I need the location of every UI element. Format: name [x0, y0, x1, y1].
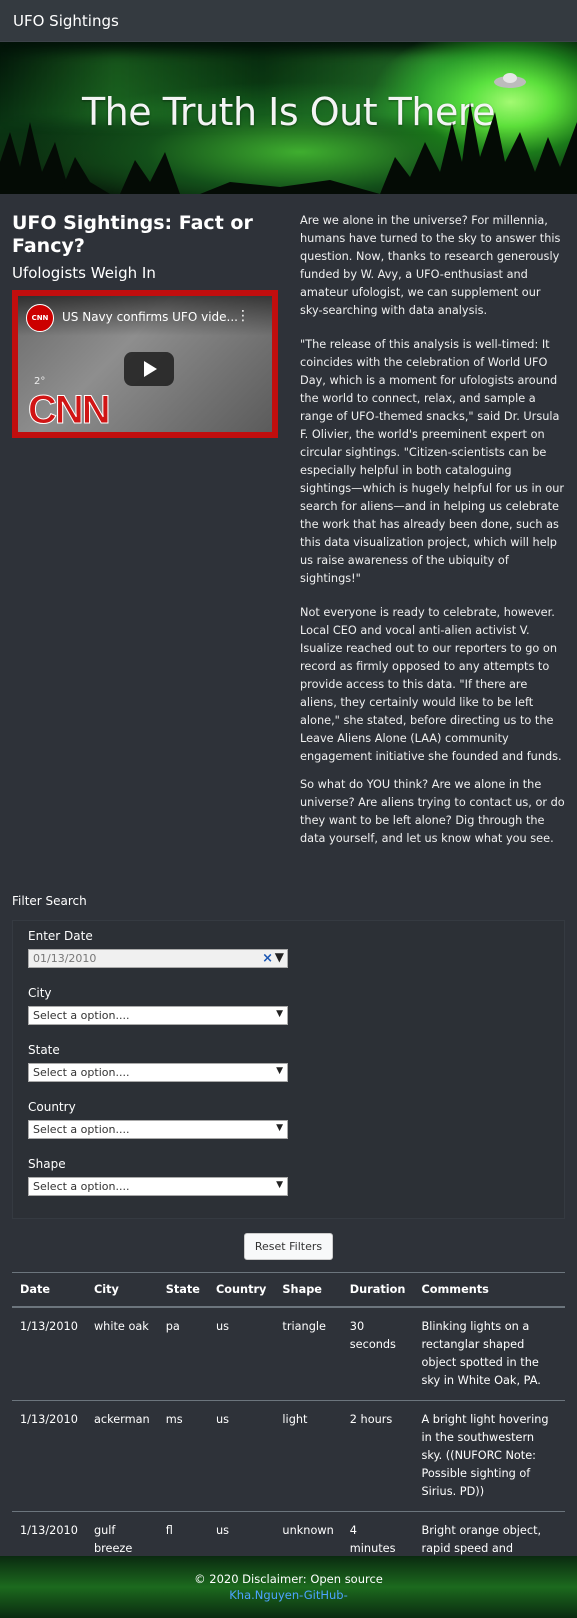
treeline-silhouette — [0, 73, 577, 194]
article-subheading: Ufologists Weigh In — [12, 264, 156, 282]
chevron-down-icon: ▼ — [276, 1123, 283, 1133]
city-select-value: Select a option.... — [33, 1009, 130, 1022]
filter-state-label: State — [28, 1043, 60, 1057]
filter-city-label: City — [28, 986, 52, 1000]
column-header[interactable]: State — [157, 1272, 208, 1308]
intro-paragraph: "The release of this analysis is well-ti… — [300, 338, 565, 585]
github-link[interactable]: Kha.Nguyen-GitHub- — [0, 1588, 577, 1602]
country-select[interactable]: Select a option.... ▼ — [28, 1120, 288, 1139]
more-options-icon[interactable]: ⋮ — [236, 308, 250, 324]
shape-select-value: Select a option.... — [33, 1180, 130, 1193]
intro-left-column: UFO Sightings: Fact or Fancy? Ufologists… — [12, 212, 278, 864]
cell-comments: A bright light hovering in the southwest… — [413, 1400, 565, 1512]
state-select-value: Select a option.... — [33, 1066, 130, 1079]
column-header[interactable]: Country — [207, 1272, 275, 1308]
navbar: UFO Sightings — [0, 0, 577, 42]
clear-icon[interactable]: × — [262, 951, 273, 966]
table-header-row: Date City State Country Shape Duration C… — [12, 1272, 565, 1308]
video-overlay-text: 2° — [34, 376, 46, 387]
city-select[interactable]: Select a option.... ▼ — [28, 1006, 288, 1025]
cell-country: us — [207, 1400, 275, 1512]
reset-wrapper: Reset Filters — [0, 1233, 577, 1260]
intro-paragraph: Not everyone is ready to celebrate, howe… — [300, 606, 562, 763]
table-row: 1/13/2010 white oak pa us triangle 30 se… — [12, 1307, 565, 1401]
cnn-logo: CNN — [28, 388, 112, 433]
article-heading: UFO Sightings: Fact or Fancy? — [12, 212, 253, 257]
intro-right-column: Are we alone in the universe? For millen… — [300, 212, 565, 864]
cell-duration: 30 seconds — [341, 1307, 414, 1401]
chevron-down-icon: ▼ — [276, 1066, 283, 1076]
filter-country-label: Country — [28, 1100, 76, 1114]
date-input[interactable]: 01/13/2010 × ▼ — [28, 949, 288, 968]
play-icon — [144, 361, 157, 377]
filter-shape-label: Shape — [28, 1157, 66, 1171]
sightings-table: Date City State Country Shape Duration C… — [12, 1272, 565, 1586]
filter-city: City Select a option.... ▼ — [28, 986, 549, 1025]
column-header[interactable]: Shape — [274, 1272, 342, 1308]
cell-city: white oak — [85, 1307, 158, 1401]
footer-text: © 2020 Disclaimer: Open source — [194, 1572, 383, 1586]
cell-comments: Blinking lights on a rectanglar shaped o… — [413, 1307, 565, 1401]
filter-shape: Shape Select a option.... ▼ — [28, 1157, 549, 1196]
cell-shape: triangle — [274, 1307, 342, 1401]
column-header[interactable]: City — [85, 1272, 158, 1308]
shape-select[interactable]: Select a option.... ▼ — [28, 1177, 288, 1196]
cell-state: ms — [157, 1400, 208, 1512]
hero-banner: The Truth Is Out There — [0, 42, 577, 194]
footer: © 2020 Disclaimer: Open source Kha.Nguye… — [0, 1556, 577, 1618]
intro-section: UFO Sightings: Fact or Fancy? Ufologists… — [0, 194, 577, 864]
channel-avatar[interactable]: CNN — [26, 304, 54, 332]
column-header[interactable]: Duration — [341, 1272, 414, 1308]
cell-duration: 2 hours — [341, 1400, 414, 1512]
navbar-brand[interactable]: UFO Sightings — [13, 12, 119, 30]
chevron-down-icon[interactable]: ▼ — [275, 950, 284, 964]
country-select-value: Select a option.... — [33, 1123, 130, 1136]
cell-date: 1/13/2010 — [12, 1307, 86, 1401]
table-row: 1/13/2010 ackerman ms us light 2 hours A… — [12, 1400, 565, 1512]
video-embed[interactable]: CNN US Navy confirms UFO vide... ⋮ 2° CN… — [12, 290, 278, 438]
filter-date: Enter Date 01/13/2010 × ▼ — [28, 929, 549, 968]
cell-state: pa — [157, 1307, 208, 1401]
cell-city: ackerman — [85, 1400, 158, 1512]
filter-country: Country Select a option.... ▼ — [28, 1100, 549, 1139]
reset-filters-button[interactable]: Reset Filters — [243, 1233, 334, 1260]
chevron-down-icon: ▼ — [276, 1180, 283, 1190]
column-header[interactable]: Comments — [413, 1272, 565, 1308]
date-input-value: 01/13/2010 — [33, 952, 97, 965]
intro-paragraph: Are we alone in the universe? For millen… — [300, 214, 561, 317]
cell-date: 1/13/2010 — [12, 1400, 86, 1512]
filter-panel: Enter Date 01/13/2010 × ▼ City Select a … — [12, 920, 565, 1219]
cell-shape: light — [274, 1400, 342, 1512]
cell-country: us — [207, 1307, 275, 1401]
filter-date-label: Enter Date — [28, 929, 93, 943]
state-select[interactable]: Select a option.... ▼ — [28, 1063, 288, 1082]
filter-state: State Select a option.... ▼ — [28, 1043, 549, 1082]
intro-paragraph: So what do YOU think? Are we alone in th… — [300, 778, 565, 845]
filter-search-title: Filter Search — [12, 894, 87, 908]
chevron-down-icon: ▼ — [276, 1009, 283, 1019]
column-header[interactable]: Date — [12, 1272, 86, 1308]
play-button[interactable] — [124, 352, 174, 386]
video-title[interactable]: US Navy confirms UFO vide... — [62, 310, 238, 324]
